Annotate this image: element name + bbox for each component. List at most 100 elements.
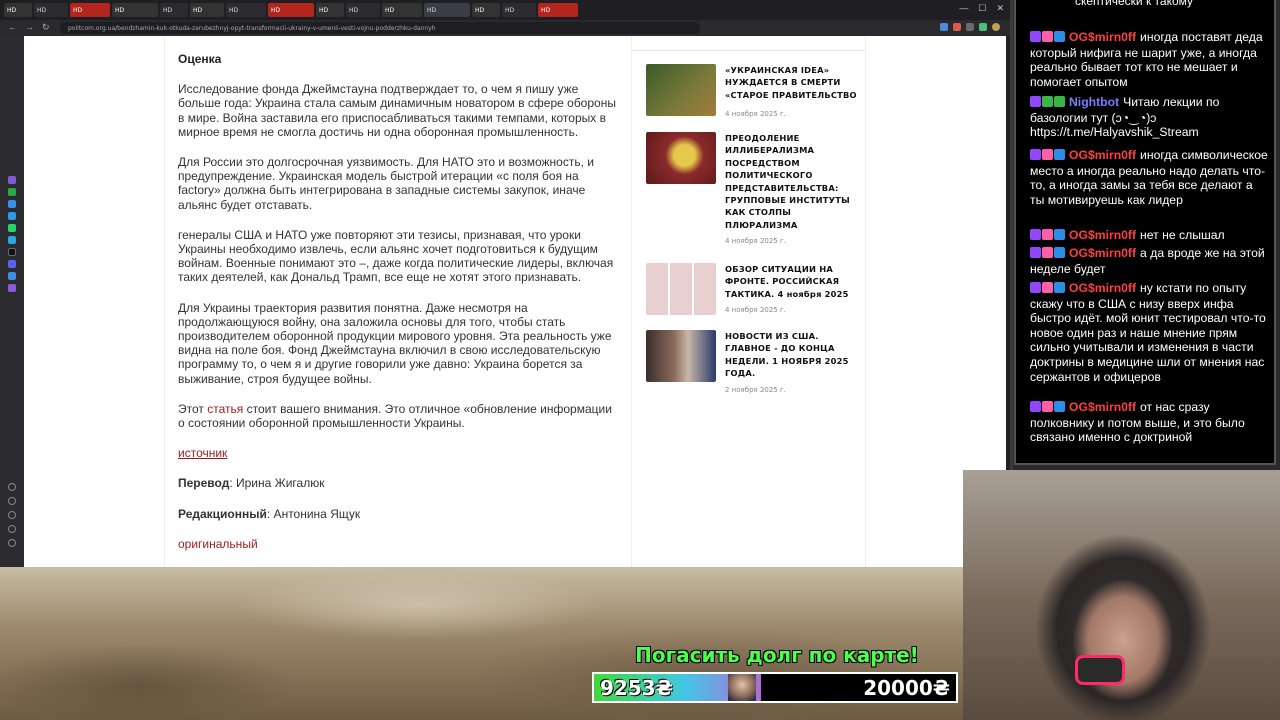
whatsapp-icon[interactable] [8, 224, 16, 232]
credit-label: Редакционный [178, 506, 267, 521]
browser-tab[interactable]: HD [268, 3, 314, 17]
sidebar-app-icon[interactable] [8, 272, 16, 280]
translation-credit: Перевод: Ирина Жигалюк [178, 476, 620, 490]
chat-badge-icon [1030, 282, 1041, 293]
chat-badge-icon [1042, 149, 1053, 160]
chat-badge-icon [1042, 401, 1053, 412]
chat-badge-icon [1054, 229, 1065, 240]
donation-current-amount: 9253₴ [600, 676, 673, 700]
news-item[interactable]: ПРЕОДОЛЕНИЕ ИЛЛИБЕРАЛИЗМА ПОСРЕДСТВОМ ПО… [646, 132, 856, 252]
chat-message: OG$mirn0ff иногда символическое место а и… [1030, 148, 1270, 207]
credit-label: Перевод [178, 476, 230, 491]
source-paragraph: источник [178, 446, 620, 460]
chat-badge-icon [1030, 149, 1041, 160]
news-thumbnail[interactable] [646, 132, 716, 184]
chat-badge-icon [1054, 96, 1065, 107]
badge-icons [1030, 282, 1066, 297]
badge-icons [1030, 149, 1066, 164]
settings-icon[interactable] [8, 525, 16, 533]
chat-username[interactable]: OG$mirn0ff [1069, 246, 1136, 260]
minimize-icon[interactable]: — [959, 3, 968, 14]
chat-badge-icon [1042, 96, 1053, 107]
download-icon[interactable] [8, 511, 16, 519]
news-title[interactable]: ПРЕОДОЛЕНИЕ ИЛЛИБЕРАЛИЗМА ПОСРЕДСТВОМ ПО… [725, 132, 857, 231]
sidebar-app-icon[interactable] [8, 236, 16, 244]
browser-tab[interactable]: HD [34, 3, 68, 17]
browser-tab[interactable]: HD [346, 3, 380, 17]
news-title[interactable]: НОВОСТИ ИЗ США. ГЛАВНОЕ - ДО КОНЦА НЕДЕЛ… [725, 330, 857, 380]
news-item[interactable]: ОБЗОР СИТУАЦИИ НА ФРОНТЕ. РОССИЙСКАЯ ТАК… [646, 263, 856, 323]
sidebar-app-icon[interactable] [8, 188, 16, 196]
x-icon[interactable] [8, 248, 16, 256]
original-link[interactable]: оригинальный [178, 537, 258, 551]
news-title[interactable]: ОБЗОР СИТУАЦИИ НА ФРОНТЕ. РОССИЙСКАЯ ТАК… [725, 263, 857, 300]
browser-tab[interactable]: HD [112, 3, 158, 17]
chat-username[interactable]: OG$mirn0ff [1069, 30, 1136, 44]
url-field[interactable]: politcom.org.ua/bendzhamin-kuk-otkuda-za… [60, 22, 700, 34]
chat-username[interactable]: OG$mirn0ff [1069, 400, 1136, 414]
sidebar-app-icon[interactable] [8, 284, 16, 292]
extension-icon[interactable] [966, 23, 974, 31]
browser-tab[interactable]: HD [226, 3, 266, 17]
browser-tab[interactable]: HD [424, 3, 470, 17]
chat-username[interactable]: OG$mirn0ff [1069, 281, 1136, 295]
close-icon[interactable]: ✕ [996, 3, 1004, 14]
badge-icons [1030, 31, 1066, 46]
reload-icon[interactable]: ↻ [42, 22, 50, 33]
news-title[interactable]: «УКРАИНСКАЯ IDEA» НУЖДАЕТСЯ В СМЕРТИ «СТ… [725, 64, 857, 101]
text-fragment: стоит вашего внимания. Это отличное «обн… [178, 401, 612, 431]
extension-icon[interactable] [979, 23, 987, 31]
source-link[interactable]: источник [178, 446, 227, 460]
news-thumbnail[interactable] [646, 263, 716, 315]
browser-tab[interactable]: HD [70, 3, 110, 17]
web-page: Оценка Исследование фонда Джеймстауна по… [24, 36, 1006, 567]
article-link[interactable]: статья [207, 402, 243, 416]
article-body: Оценка Исследование фонда Джеймстауна по… [178, 52, 620, 567]
news-date: 4 ноября 2025 г. [725, 110, 786, 118]
browser-tab[interactable]: HD [160, 3, 188, 17]
badge-icons [1030, 229, 1066, 244]
chat-username[interactable]: OG$mirn0ff [1069, 228, 1136, 242]
article-paragraph: генералы США и НАТО уже повторяют эти те… [178, 227, 614, 285]
chat-badge-icon [1054, 282, 1065, 293]
chat-message: OG$mirn0ff иногда поставят деда который н… [1030, 30, 1270, 89]
maximize-icon[interactable]: ☐ [978, 3, 986, 14]
browser-tab[interactable]: HD [190, 3, 224, 17]
news-thumbnail[interactable] [646, 64, 716, 116]
chat-badge-icon [1030, 96, 1041, 107]
chat-badge-icon [1042, 282, 1053, 293]
forward-icon[interactable]: → [25, 22, 34, 33]
browser-tab[interactable]: HD [316, 3, 344, 17]
news-item[interactable]: НОВОСТИ ИЗ США. ГЛАВНОЕ - ДО КОНЦА НЕДЕЛ… [646, 330, 857, 394]
sidebar-bottom-icons [8, 483, 16, 547]
chat-username[interactable]: Nightbot [1069, 95, 1119, 109]
more-icon[interactable] [8, 539, 16, 547]
discord-icon[interactable] [8, 260, 16, 268]
editor-credit: Редакционный: Антонина Ящук [178, 507, 620, 521]
profile-icon[interactable] [992, 23, 1000, 31]
extension-icon[interactable] [953, 23, 961, 31]
chat-badge-icon [1054, 31, 1065, 42]
chat-badge-icon [1054, 247, 1065, 258]
browser-tab[interactable]: HD [382, 3, 422, 17]
browser-tab[interactable]: HD [502, 3, 536, 17]
browser-tab[interactable]: HD [538, 3, 578, 17]
browser-tab[interactable]: HD [4, 3, 32, 17]
news-thumbnail[interactable] [646, 330, 716, 382]
back-icon[interactable]: ← [8, 22, 17, 33]
chat-message: OG$mirn0ff нет не слышал [1030, 228, 1270, 244]
browser-tab[interactable]: HD [472, 3, 500, 17]
extension-icon[interactable] [940, 23, 948, 31]
chat-username[interactable]: OG$mirn0ff [1069, 148, 1136, 162]
chat-message: OG$mirn0ff ну кстати по опыту скажу что в… [1030, 281, 1270, 384]
section-heading: Оценка [178, 52, 222, 66]
history-icon[interactable] [8, 497, 16, 505]
sidebar-app-icon[interactable] [8, 212, 16, 220]
donation-progress-bar: 9253₴ 20000₴ [592, 672, 958, 703]
donation-goal-amount: 20000₴ [863, 676, 950, 700]
article-paragraph: Исследование фонда Джеймстауна подтвержд… [178, 82, 616, 139]
sidebar-app-icon[interactable] [8, 200, 16, 208]
sidebar-app-icon[interactable] [8, 176, 16, 184]
news-item[interactable]: «УКРАИНСКАЯ IDEA» НУЖДАЕТСЯ В СМЕРТИ «СТ… [646, 64, 857, 124]
heart-icon[interactable] [8, 483, 16, 491]
